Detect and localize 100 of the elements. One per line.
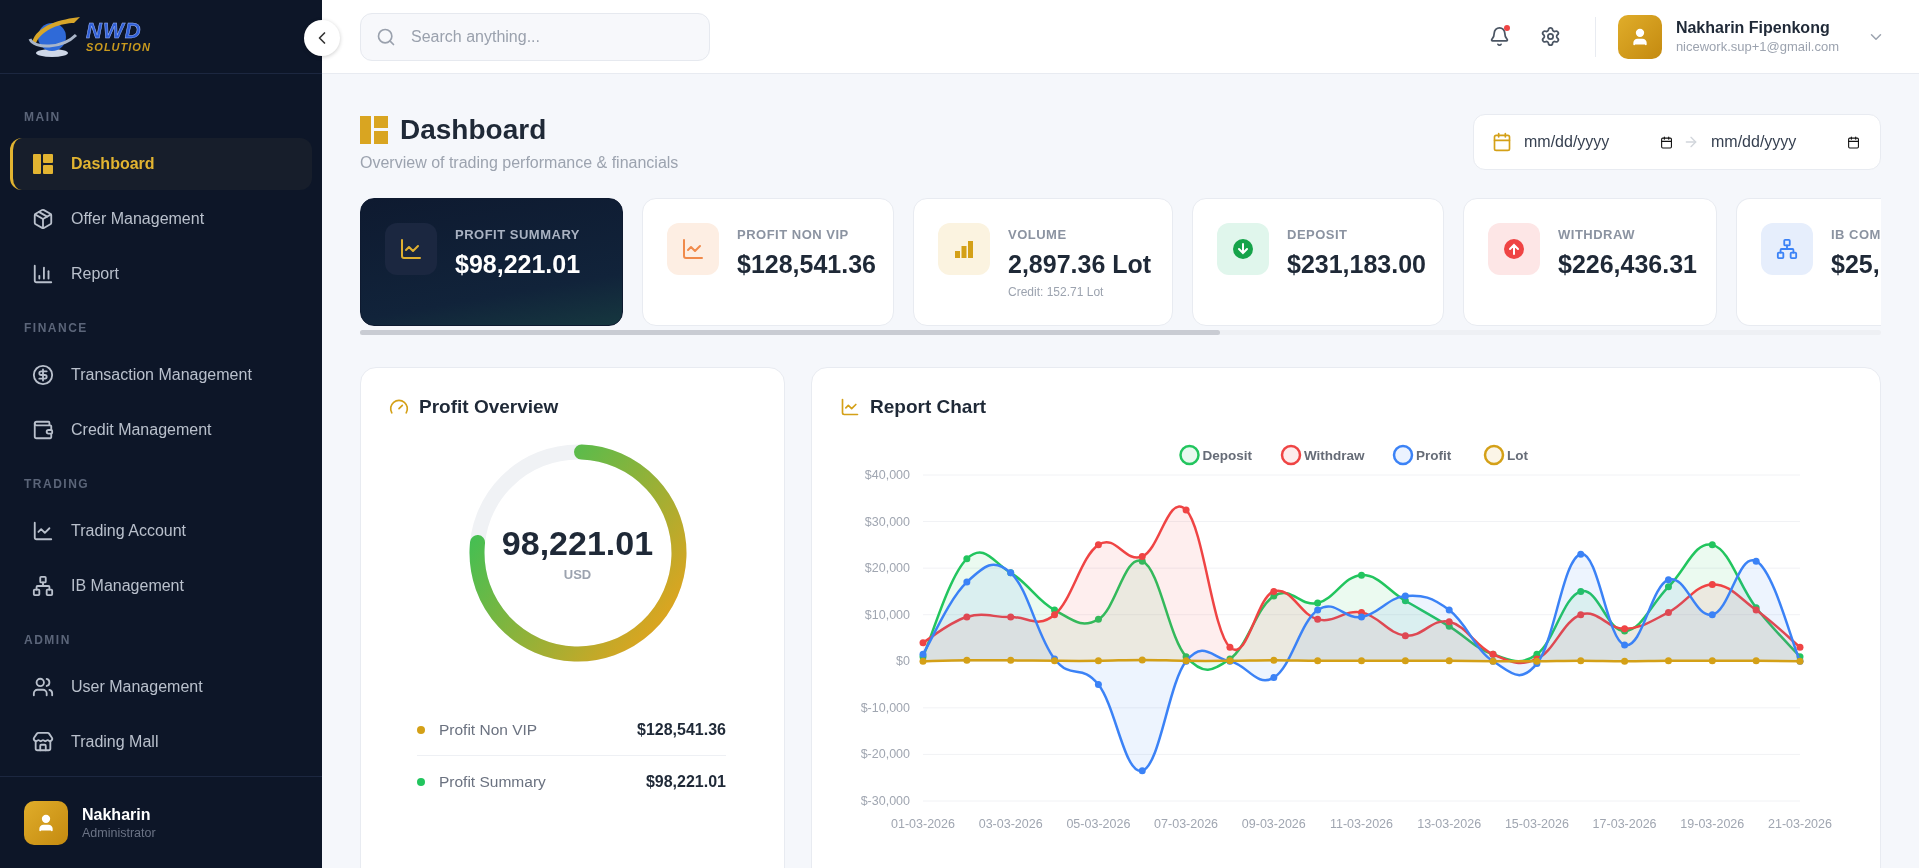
stat-card[interactable]: VOLUME 2,897.36 Lot Credit: 152.71 Lot [913,198,1173,326]
stat-label: PROFIT SUMMARY [455,227,581,242]
line-chart-icon [32,520,54,542]
logo-tagline: SOLUTION [86,42,151,53]
user-role: Administrator [82,825,156,840]
axis-label: 17-03-2026 [1592,817,1657,831]
point [1007,613,1015,621]
breakdown-value: $98,221.01 [645,773,726,791]
user-avatar[interactable] [24,800,68,845]
point [1752,557,1760,565]
sidebar-item[interactable]: IB Management [10,560,312,612]
point [1358,613,1365,621]
point [1621,641,1629,649]
breakdown-label: Profit Non VIP [439,720,539,739]
settings-icon [1539,26,1561,47]
dollar-icon [32,364,54,386]
stat-label: DEPOSIT [1287,227,1349,242]
point [1708,541,1716,549]
sidebar-item[interactable]: Trading Account [10,505,312,557]
stat-note: Credit: 152.71 Lot [1008,285,1105,299]
stat-label: VOLUME [1008,227,1068,242]
sidebar-item[interactable]: Offer Management [10,193,312,245]
sidebar-item[interactable]: Credit Management [10,404,312,456]
end-date-field[interactable]: mm/dd/yyyy [1709,132,1841,152]
axis-label: 19-03-2026 [1680,817,1745,831]
point [1094,615,1102,623]
logo-name: NWD [86,20,143,42]
point [1358,571,1365,579]
legend-item[interactable]: Deposit [1179,444,1252,466]
stat-card[interactable]: DEPOSIT $231,183.00 [1192,198,1444,326]
point [1577,550,1585,558]
sidebar-item[interactable]: Transaction Management [10,349,312,401]
section-title: TRADING [23,477,91,491]
collapse-sidebar-button[interactable] [304,20,340,56]
section-title: MAIN [23,110,62,124]
point [1664,657,1672,665]
axis-label: 03-03-2026 [978,817,1043,831]
point [1708,657,1716,665]
axis-label: 15-03-2026 [1504,817,1569,831]
user-name: Nakharin Fipenkong [1675,19,1831,37]
store-icon [32,731,54,753]
stat-card[interactable]: PROFIT NON VIP $128,541.36 [642,198,894,326]
point [1796,643,1804,651]
sidebar-item[interactable]: Dashboard [10,138,312,190]
search-icon [376,26,396,47]
page-title: Dashboard [400,114,547,146]
stat-value: $98,221.01 [455,250,581,279]
axis-label: $-30,000 [860,794,910,808]
point [1401,657,1409,665]
point [1577,611,1585,619]
legend-label: Withdraw [1304,448,1366,463]
point [1752,657,1760,665]
point [1094,657,1102,665]
search-field[interactable]: Search anything... [360,12,710,61]
dashboard-icon [32,153,54,175]
point [1708,580,1716,588]
user-name: Nakharin [82,805,152,824]
stat-label: IB COM [1831,227,1881,242]
start-date-field[interactable]: mm/dd/yyyy [1522,132,1654,152]
gauge-value: 98,221.01 [501,524,654,563]
box-icon [32,208,54,230]
axis-label: $-20,000 [860,747,910,762]
stat-card[interactable]: PROFIT SUMMARY $98,221.01 [360,198,623,326]
stat-value: $231,183.00 [1287,250,1427,279]
axis-label: $10,000 [864,607,910,622]
point [1445,606,1453,614]
page-subtitle: Overview of trading performance & financials [360,154,679,172]
stat-label: WITHDRAW [1558,227,1636,242]
stat-label: PROFIT NON VIP [737,227,850,242]
axis-label: $20,000 [864,561,910,576]
users-icon [32,676,54,698]
sidebar-item[interactable]: Report [10,248,312,300]
point [1138,553,1146,560]
stat-card[interactable]: IB COM $25, [1736,198,1881,326]
dashboard-icon [360,116,388,144]
legend-item[interactable]: Profit [1392,444,1452,466]
calendar-icon[interactable] [1659,134,1673,150]
calendar-icon[interactable] [1846,134,1860,150]
panel-title: Profit Overview [419,396,559,418]
point [1270,656,1278,664]
legend-item[interactable]: Lot [1483,444,1528,466]
stat-value: $25, [1831,250,1881,279]
legend-item[interactable]: Withdraw [1280,444,1365,466]
point [1314,657,1322,665]
horizontal-scrollbar[interactable] [360,330,1881,335]
wallet-icon [32,419,54,441]
point [1094,681,1102,689]
sidebar-item[interactable]: User Management [10,661,312,713]
legend-label: Deposit [1202,448,1253,463]
point [1138,656,1146,664]
stat-value: $128,541.36 [737,250,877,279]
point [1445,618,1453,626]
stat-value: 2,897.36 Lot [1008,250,1152,279]
point [1664,608,1672,616]
sidebar-item[interactable]: Trading Mall [10,716,312,768]
axis-label: 09-03-2026 [1241,817,1306,831]
arrow-right-icon [1683,134,1699,150]
point [1401,632,1409,640]
stat-card[interactable]: WITHDRAW $226,436.31 [1463,198,1717,326]
calendar-icon [1492,132,1512,152]
